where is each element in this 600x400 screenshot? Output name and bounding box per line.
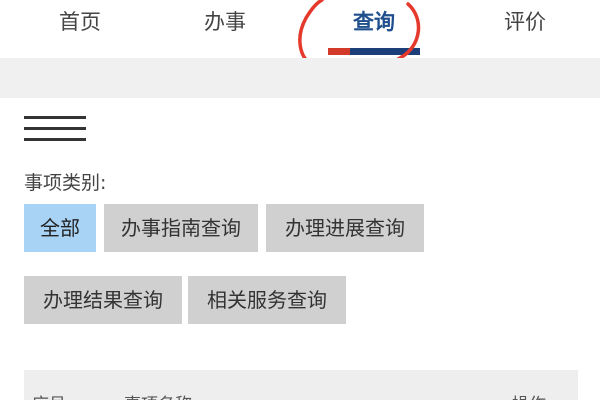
tab-home[interactable]: 首页 — [20, 6, 140, 36]
column-header-index: 序号 — [32, 390, 66, 400]
indicator-red-segment — [328, 48, 350, 55]
separator-band — [0, 58, 600, 98]
results-table-header: 序号 事项名称 操作 — [24, 370, 578, 400]
top-nav: 首页 办事 查询 评价 — [0, 0, 600, 58]
filter-chip-progress-query[interactable]: 办理进展查询 — [266, 204, 424, 252]
filter-chip-related-services[interactable]: 相关服务查询 — [188, 276, 346, 324]
tab-services[interactable]: 办事 — [165, 6, 285, 36]
category-label: 事项类别: — [24, 172, 107, 194]
query-page: 首页 办事 查询 评价 事项类别: 全部 办事指南查询 办理进展查询 办理结果查… — [0, 0, 600, 400]
tab-query[interactable]: 查询 — [314, 6, 434, 36]
tab-review[interactable]: 评价 — [465, 6, 585, 36]
filter-chip-guide-query[interactable]: 办事指南查询 — [104, 204, 258, 252]
column-header-action: 操作 — [512, 390, 546, 400]
active-tab-indicator — [328, 48, 420, 55]
column-header-name: 事项名称 — [124, 390, 192, 400]
indicator-blue-segment — [350, 48, 420, 55]
filter-chip-all[interactable]: 全部 — [24, 204, 96, 252]
hamburger-menu-icon[interactable] — [24, 114, 86, 148]
filter-chip-result-query[interactable]: 办理结果查询 — [24, 276, 182, 324]
